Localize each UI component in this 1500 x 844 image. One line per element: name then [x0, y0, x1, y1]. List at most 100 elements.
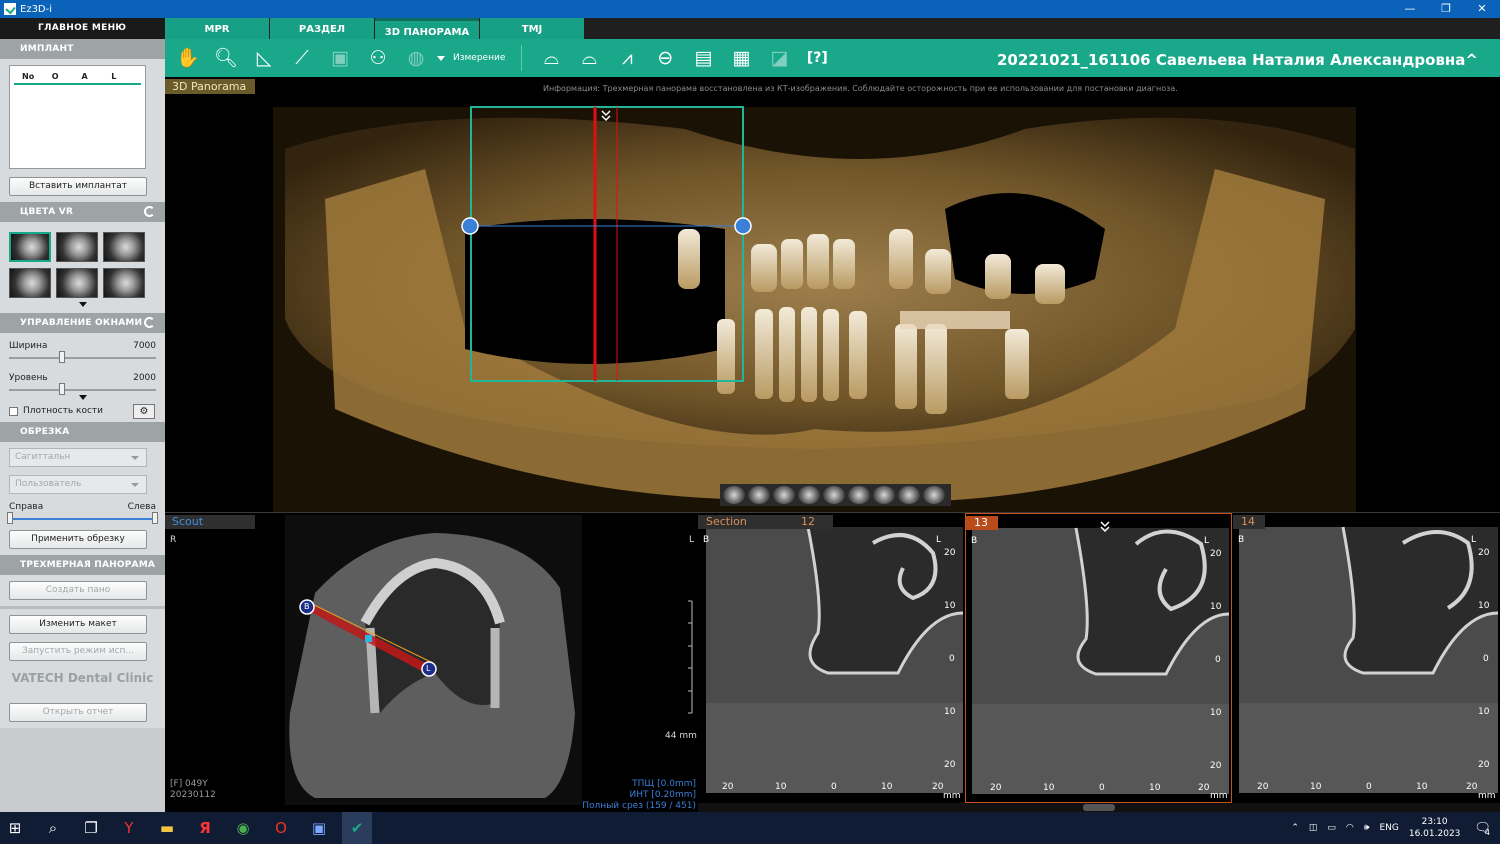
wifi-icon[interactable]: ◠ [1346, 823, 1354, 833]
vr-preset-6[interactable] [103, 268, 145, 298]
scout-handle-l[interactable]: L [426, 664, 430, 673]
implant-list[interactable]: No O A L [9, 65, 146, 169]
zoom-icon[interactable]: 🔍︎ [211, 44, 241, 72]
tab-3d-panorama[interactable]: 3D ПАНОРАМА [375, 18, 479, 39]
clock-date: 16.01.2023 [1408, 829, 1461, 839]
create-pano-button[interactable]: Создать пано [9, 581, 147, 600]
gear-icon[interactable]: ⚙ [133, 403, 155, 419]
scout-viewport[interactable]: Scout R L B L 44 mm [F] 049Y 20230112 ТП… [165, 513, 698, 813]
section-right-marker: L [1471, 535, 1477, 545]
measurement-dropdown[interactable]: Измерение [437, 53, 505, 63]
width-slider[interactable] [9, 351, 156, 363]
open-report-button[interactable]: Открыть отчет [9, 703, 147, 722]
view-preset-icon[interactable] [798, 486, 820, 504]
vr-preset-2[interactable] [56, 232, 98, 262]
view-preset-icon[interactable] [723, 486, 745, 504]
crop-section-header[interactable]: ОБРЕЗКА [0, 422, 165, 442]
vr-colors-section-header[interactable]: ЦВЕТА VR [0, 202, 165, 222]
view-preset-icon[interactable] [923, 486, 945, 504]
crop-mode-select[interactable]: Пользователь [9, 475, 147, 494]
yandex-browser-icon[interactable]: Y [114, 812, 144, 844]
bone-density-checkbox[interactable] [9, 406, 18, 416]
run-mode-button[interactable]: Запустить режим исп... [9, 642, 147, 661]
arch-icon[interactable]: ⌓ [536, 44, 566, 72]
layout-icon[interactable]: ▦ [726, 44, 756, 72]
vr-preset-1[interactable] [9, 232, 51, 262]
image-icon[interactable]: ▤ [688, 44, 718, 72]
vr-preset-3[interactable] [103, 232, 145, 262]
nerve-icon[interactable]: ⚇ [363, 44, 393, 72]
expand-arrow-icon[interactable] [78, 302, 87, 307]
section-panel-14[interactable]: 14 B L 20 10 0 10 20 20 10 0 10 20 mm [1233, 513, 1500, 803]
x-tick: 20 [990, 783, 1002, 793]
yandex-icon[interactable]: Я [190, 812, 220, 844]
scout-handle-b[interactable]: B [304, 602, 310, 611]
insert-implant-button[interactable]: Вставить имплантат [9, 177, 147, 196]
width-label: Ширина [9, 341, 48, 351]
expand-arrow-icon[interactable] [78, 395, 87, 400]
globe-icon[interactable]: ◍ [401, 44, 431, 72]
x-tick: 0 [1366, 782, 1372, 792]
pan-hand-icon[interactable]: ✋ [173, 44, 203, 72]
tray-chevron-icon[interactable]: ⌃ [1291, 823, 1299, 833]
chrome-icon[interactable]: ◉ [228, 812, 258, 844]
apply-crop-button[interactable]: Применить обрезку [9, 530, 147, 549]
section-panel-13[interactable]: 13 B L 20 10 0 10 20 20 10 0 10 20 mm [965, 513, 1232, 803]
help-icon[interactable]: [?] [802, 44, 832, 72]
view-preset-icon[interactable] [773, 486, 795, 504]
polyline-icon[interactable]: ⟋ [287, 44, 317, 72]
task-view-icon[interactable]: ❐ [76, 812, 106, 844]
camera-icon[interactable]: ▣ [325, 44, 355, 72]
tab-bar: MPR РАЗДЕЛ 3D ПАНОРАМА TMJ [165, 18, 1500, 39]
section-scrollbar-thumb[interactable] [1083, 804, 1115, 811]
view-preset-icon[interactable] [848, 486, 870, 504]
main-menu-button[interactable]: ГЛАВНОЕ МЕНЮ [0, 18, 165, 39]
section-panel-12[interactable]: Section 12 B L 20 10 0 10 20 20 10 0 10 … [698, 513, 965, 803]
view-preset-icon[interactable] [823, 486, 845, 504]
change-layout-button[interactable]: Изменить макет [9, 615, 147, 634]
tab-section[interactable]: РАЗДЕЛ [270, 18, 374, 39]
section-scrollbar[interactable] [698, 803, 1500, 812]
scout-right-marker: R [170, 535, 177, 545]
level-slider[interactable] [9, 383, 156, 395]
battery-icon[interactable]: ▭ [1327, 823, 1336, 833]
network-app-icon[interactable]: ▣ [304, 812, 334, 844]
vr-preset-4[interactable] [9, 268, 51, 298]
view-preset-icon[interactable] [748, 486, 770, 504]
search-icon[interactable]: ⌕ [38, 812, 68, 844]
level-value: 2000 [133, 373, 156, 383]
window-control-section-header[interactable]: УПРАВЛЕНИЕ ОКНАМИ [0, 313, 165, 333]
volume-icon[interactable]: 🕪︎ [1364, 823, 1370, 833]
implant-section-header[interactable]: ИМПЛАНТ [0, 39, 165, 59]
minimize-button[interactable]: — [1392, 0, 1428, 18]
panorama-viewport[interactable]: 3D Panorama Информация: Трехмерная панор… [165, 79, 1500, 512]
tab-tmj[interactable]: TMJ [480, 18, 584, 39]
close-button[interactable]: ✕ [1464, 0, 1500, 18]
view-preset-icon[interactable] [898, 486, 920, 504]
view-preset-icon[interactable] [873, 486, 895, 504]
language-indicator[interactable]: ENG [1379, 823, 1398, 833]
chart-icon[interactable]: ⩘ [612, 44, 642, 72]
refresh-icon[interactable] [144, 206, 155, 217]
width-slider-handle[interactable] [59, 351, 65, 363]
crop-slider-handle-left[interactable] [7, 512, 13, 524]
angle-icon[interactable]: ◺ [249, 44, 279, 72]
pano3d-section-header[interactable]: ТРЕХМЕРНАЯ ПАНОРАМА [0, 555, 165, 575]
arch-adjust-icon[interactable]: ⌓ [574, 44, 604, 72]
tray-app-icon[interactable]: ◫ [1309, 823, 1318, 833]
file-explorer-icon[interactable]: ▬ [152, 812, 182, 844]
ez3d-taskbar-icon[interactable]: ✔ [342, 812, 372, 844]
rotate-icon[interactable]: ⊖ [650, 44, 680, 72]
windows-start-icon[interactable]: ⊞ [0, 812, 30, 844]
vr-preset-5[interactable] [56, 268, 98, 298]
refresh-icon[interactable] [144, 317, 155, 328]
cube-icon[interactable]: ◪ [764, 44, 794, 72]
crop-plane-select[interactable]: Сагиттальн [9, 448, 147, 467]
crop-slider-handle-right[interactable] [152, 512, 158, 524]
crop-range-slider[interactable] [7, 512, 158, 524]
level-slider-handle[interactable] [59, 383, 65, 395]
opera-icon[interactable]: O [266, 812, 296, 844]
clock[interactable]: 23:10 16.01.2023 [1409, 816, 1461, 840]
tab-mpr[interactable]: MPR [165, 18, 269, 39]
restore-button[interactable]: ❐ [1428, 0, 1464, 18]
